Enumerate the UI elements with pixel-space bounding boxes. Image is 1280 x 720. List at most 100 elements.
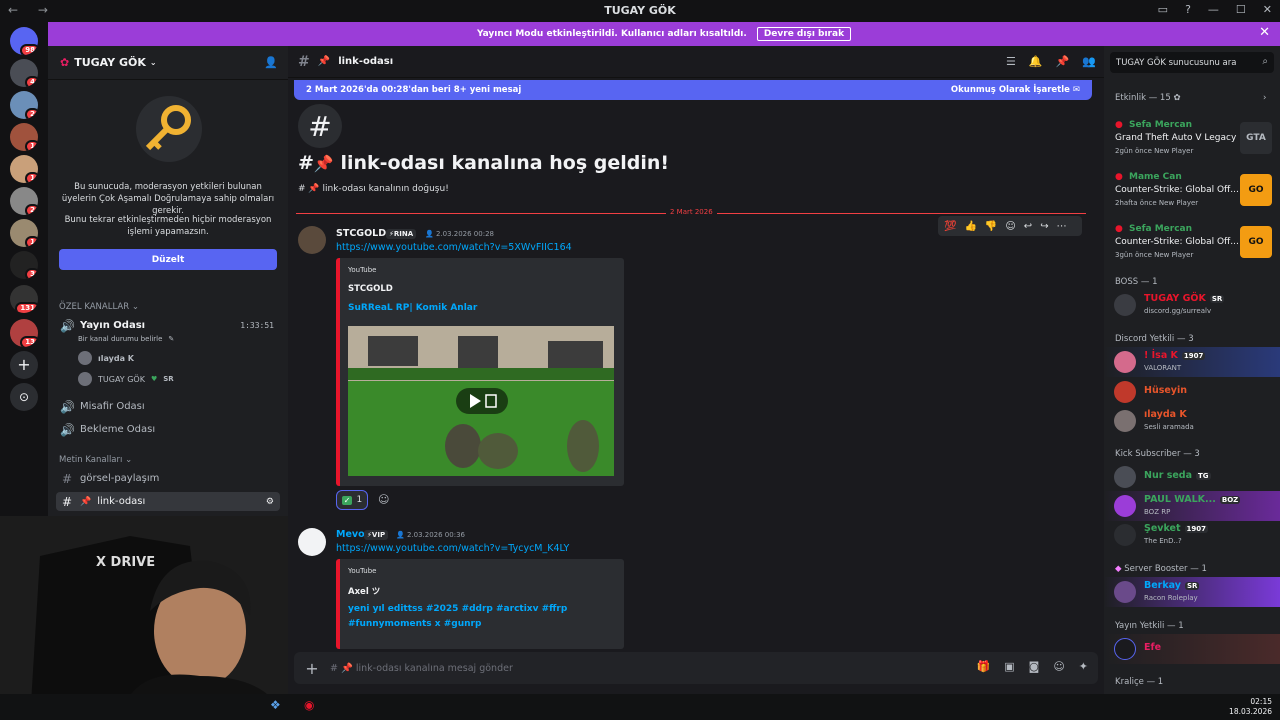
text-channel-gorsel[interactable]: # görsel-paylaşım bbox=[56, 469, 280, 488]
help-icon[interactable]: ? bbox=[1185, 3, 1191, 16]
thumbs-down-icon[interactable]: 👎 bbox=[985, 221, 997, 232]
chevron-down-icon: ⌄ bbox=[149, 58, 157, 67]
os-taskbar: ❖ ◉ 02:15 18.03.2026 bbox=[0, 694, 1280, 720]
member-item[interactable]: PAUL WALK... BOZ BOZ RP bbox=[1104, 491, 1280, 521]
server-icon[interactable]: 1 bbox=[10, 123, 38, 151]
youtube-link[interactable]: https://www.youtube.com/watch?v=5XWvFIIC… bbox=[336, 242, 572, 253]
add-reaction-icon[interactable]: ☺ bbox=[1005, 221, 1015, 232]
video-thumbnail[interactable] bbox=[348, 326, 614, 476]
voice-channel-bekleme[interactable]: 🔊 Bekleme Odası bbox=[56, 420, 280, 439]
close-banner-icon[interactable]: ✕ bbox=[1259, 25, 1270, 40]
reaction-check[interactable]: ✓ 1 bbox=[336, 490, 368, 510]
direct-messages-icon[interactable]: 98 bbox=[10, 27, 38, 55]
server-icon[interactable]: 2 bbox=[10, 187, 38, 215]
maximize-button[interactable]: ☐ bbox=[1236, 3, 1246, 16]
pinned-icon[interactable]: 📌 bbox=[1056, 55, 1070, 68]
member-item[interactable]: Berkay SR Racon Roleplay bbox=[1104, 577, 1280, 607]
member-item[interactable]: TUGAY GÖK SR discord.gg/surrealv bbox=[1104, 290, 1280, 320]
app-icon[interactable]: ◉ bbox=[304, 698, 314, 712]
voice-user[interactable]: ılayda K bbox=[78, 351, 134, 365]
voice-channel-yayin[interactable]: 🔊 Yayın Odası 1:33:51 bbox=[56, 316, 280, 335]
server-header[interactable]: ✿ TUGAY GÖK ⌄ 👤 bbox=[48, 46, 288, 80]
member-item[interactable]: Nur seda TG bbox=[1104, 462, 1280, 492]
webcam-overlay: X DRIVE bbox=[0, 516, 288, 720]
add-reaction-icon[interactable]: ☺ bbox=[378, 493, 389, 506]
message-input[interactable]: link-odası kanalına mesaj gönder bbox=[356, 663, 513, 674]
apps-icon[interactable]: ✦ bbox=[1079, 660, 1088, 673]
avatar bbox=[1114, 638, 1136, 660]
banner-text: Yayıncı Modu etkinleştirildi. Kullanıcı … bbox=[476, 29, 747, 39]
members-icon[interactable]: 👥 bbox=[1082, 55, 1096, 68]
add-server-icon[interactable]: + bbox=[10, 351, 38, 379]
more-icon[interactable]: ⋯ bbox=[1057, 221, 1067, 232]
server-icon[interactable]: 4 bbox=[10, 59, 38, 87]
system-clock[interactable]: 02:15 18.03.2026 bbox=[1229, 697, 1272, 717]
add-user-icon[interactable]: 👤 bbox=[264, 56, 278, 69]
server-icon[interactable]: 13 bbox=[10, 319, 38, 347]
settings-icon[interactable]: ⚙ bbox=[266, 497, 274, 507]
gif-icon[interactable]: ▣ bbox=[1004, 660, 1014, 673]
app-icon[interactable]: ❖ bbox=[270, 698, 281, 712]
activity-card[interactable]: ● Mame Can Counter-Strike: Global Off...… bbox=[1104, 170, 1280, 212]
voice-user[interactable]: TUGAY GÖK ♥ SR bbox=[78, 372, 174, 386]
embed-title[interactable]: yeni yıl edittss #2025 #ddrp #arctixv #f… bbox=[348, 602, 568, 632]
member-item[interactable]: ılayda K Sesli aramada bbox=[1104, 406, 1280, 436]
threads-icon[interactable]: ☰ bbox=[1006, 55, 1016, 68]
message-author[interactable]: Mevo bbox=[336, 529, 365, 540]
category-text[interactable]: Metin Kanalları ⌄ bbox=[59, 455, 132, 465]
member-item[interactable]: Hüseyin bbox=[1104, 377, 1280, 407]
activity-card[interactable]: ● Sefa Mercan Counter-Strike: Global Off… bbox=[1104, 222, 1280, 264]
member-item[interactable]: Şevket 1907 The EnD..? bbox=[1104, 520, 1280, 550]
member-item[interactable]: Efe bbox=[1104, 634, 1280, 664]
thumbs-up-icon[interactable]: 👍 bbox=[964, 221, 976, 232]
inbox-icon[interactable]: ▭ bbox=[1158, 3, 1168, 16]
member-name: ılayda K bbox=[1144, 409, 1187, 420]
voice-channel-misafir[interactable]: 🔊 Misafir Odası bbox=[56, 397, 280, 416]
forward-icon[interactable]: ↪ bbox=[1040, 221, 1048, 232]
emoji-icon[interactable]: ☺ bbox=[1053, 660, 1064, 673]
fix-button[interactable]: Düzelt bbox=[59, 249, 277, 270]
sticker-icon[interactable]: ◙ bbox=[1029, 660, 1040, 673]
server-icon[interactable]: 1 bbox=[10, 219, 38, 247]
gift-icon[interactable]: 🎁 bbox=[977, 660, 991, 673]
close-button[interactable]: ✕ bbox=[1263, 3, 1272, 16]
server-search-input[interactable]: TUGAY GÖK sunucusunu ara ⌕ bbox=[1110, 52, 1274, 73]
youtube-link[interactable]: https://www.youtube.com/watch?v=TycycM_K… bbox=[336, 543, 569, 554]
mark-read-button[interactable]: Okunmuş Olarak İşaretle ✉ bbox=[951, 85, 1080, 95]
message-author[interactable]: STCGOLD bbox=[336, 228, 386, 239]
channel-status[interactable]: Bir kanal durumu belirle ✎ bbox=[78, 335, 174, 343]
minimize-button[interactable]: — bbox=[1208, 3, 1219, 16]
group-header: Kraliçe — 1 bbox=[1115, 677, 1164, 687]
server-icon[interactable]: 2 bbox=[10, 91, 38, 119]
avatar[interactable] bbox=[298, 226, 326, 254]
category-private[interactable]: ÖZEL KANALLAR ⌄ bbox=[59, 302, 139, 312]
activity-card[interactable]: ● Sefa Mercan Grand Theft Auto V Legacy … bbox=[1104, 118, 1280, 160]
server-icon[interactable]: 3 bbox=[10, 251, 38, 279]
new-messages-bar[interactable]: 2 Mart 2026'da 00:28'dan beri 8+ yeni me… bbox=[294, 80, 1092, 100]
group-header: Kick Subscriber — 3 bbox=[1115, 449, 1200, 459]
server-icon[interactable]: 1 bbox=[10, 155, 38, 183]
avatar bbox=[78, 351, 92, 365]
server-icon[interactable]: 131 bbox=[10, 285, 38, 313]
avatar bbox=[1114, 495, 1136, 517]
reaction-100-icon[interactable]: 💯 bbox=[944, 221, 956, 232]
mod-warning-2: Bunu tekrar etkinleştirmeden hiçbir mode… bbox=[64, 215, 272, 237]
attach-icon[interactable]: + bbox=[294, 659, 330, 678]
pin-icon: 📌 bbox=[317, 56, 331, 67]
disable-button[interactable]: Devre dışı bırak bbox=[756, 27, 852, 41]
embed-title[interactable]: SuRReaL RP| Komik Anlar bbox=[348, 301, 477, 316]
activity-header[interactable]: Etkinlik — 15 ✿ › bbox=[1115, 93, 1266, 103]
avatar bbox=[1114, 381, 1136, 403]
notifications-icon[interactable]: 🔔 bbox=[1029, 55, 1043, 68]
avatar bbox=[1114, 351, 1136, 373]
member-item[interactable]: ! İsa K 1907 VALORANT bbox=[1104, 347, 1280, 377]
text-channel-link[interactable]: # 📌 link-odası ⚙ bbox=[56, 492, 280, 511]
role-tag: ⚡VIP bbox=[364, 530, 389, 540]
discover-icon[interactable]: ⊙ bbox=[10, 383, 38, 411]
reply-icon[interactable]: ↩ bbox=[1024, 221, 1032, 232]
avatar[interactable] bbox=[298, 528, 326, 556]
message-composer[interactable]: + # 📌 link-odası kanalına mesaj gönder 🎁… bbox=[294, 652, 1098, 684]
embed-author[interactable]: STCGOLD bbox=[348, 284, 393, 294]
embed-author[interactable]: Axel ツ bbox=[348, 585, 380, 597]
channel-title: link-odası bbox=[338, 56, 394, 67]
